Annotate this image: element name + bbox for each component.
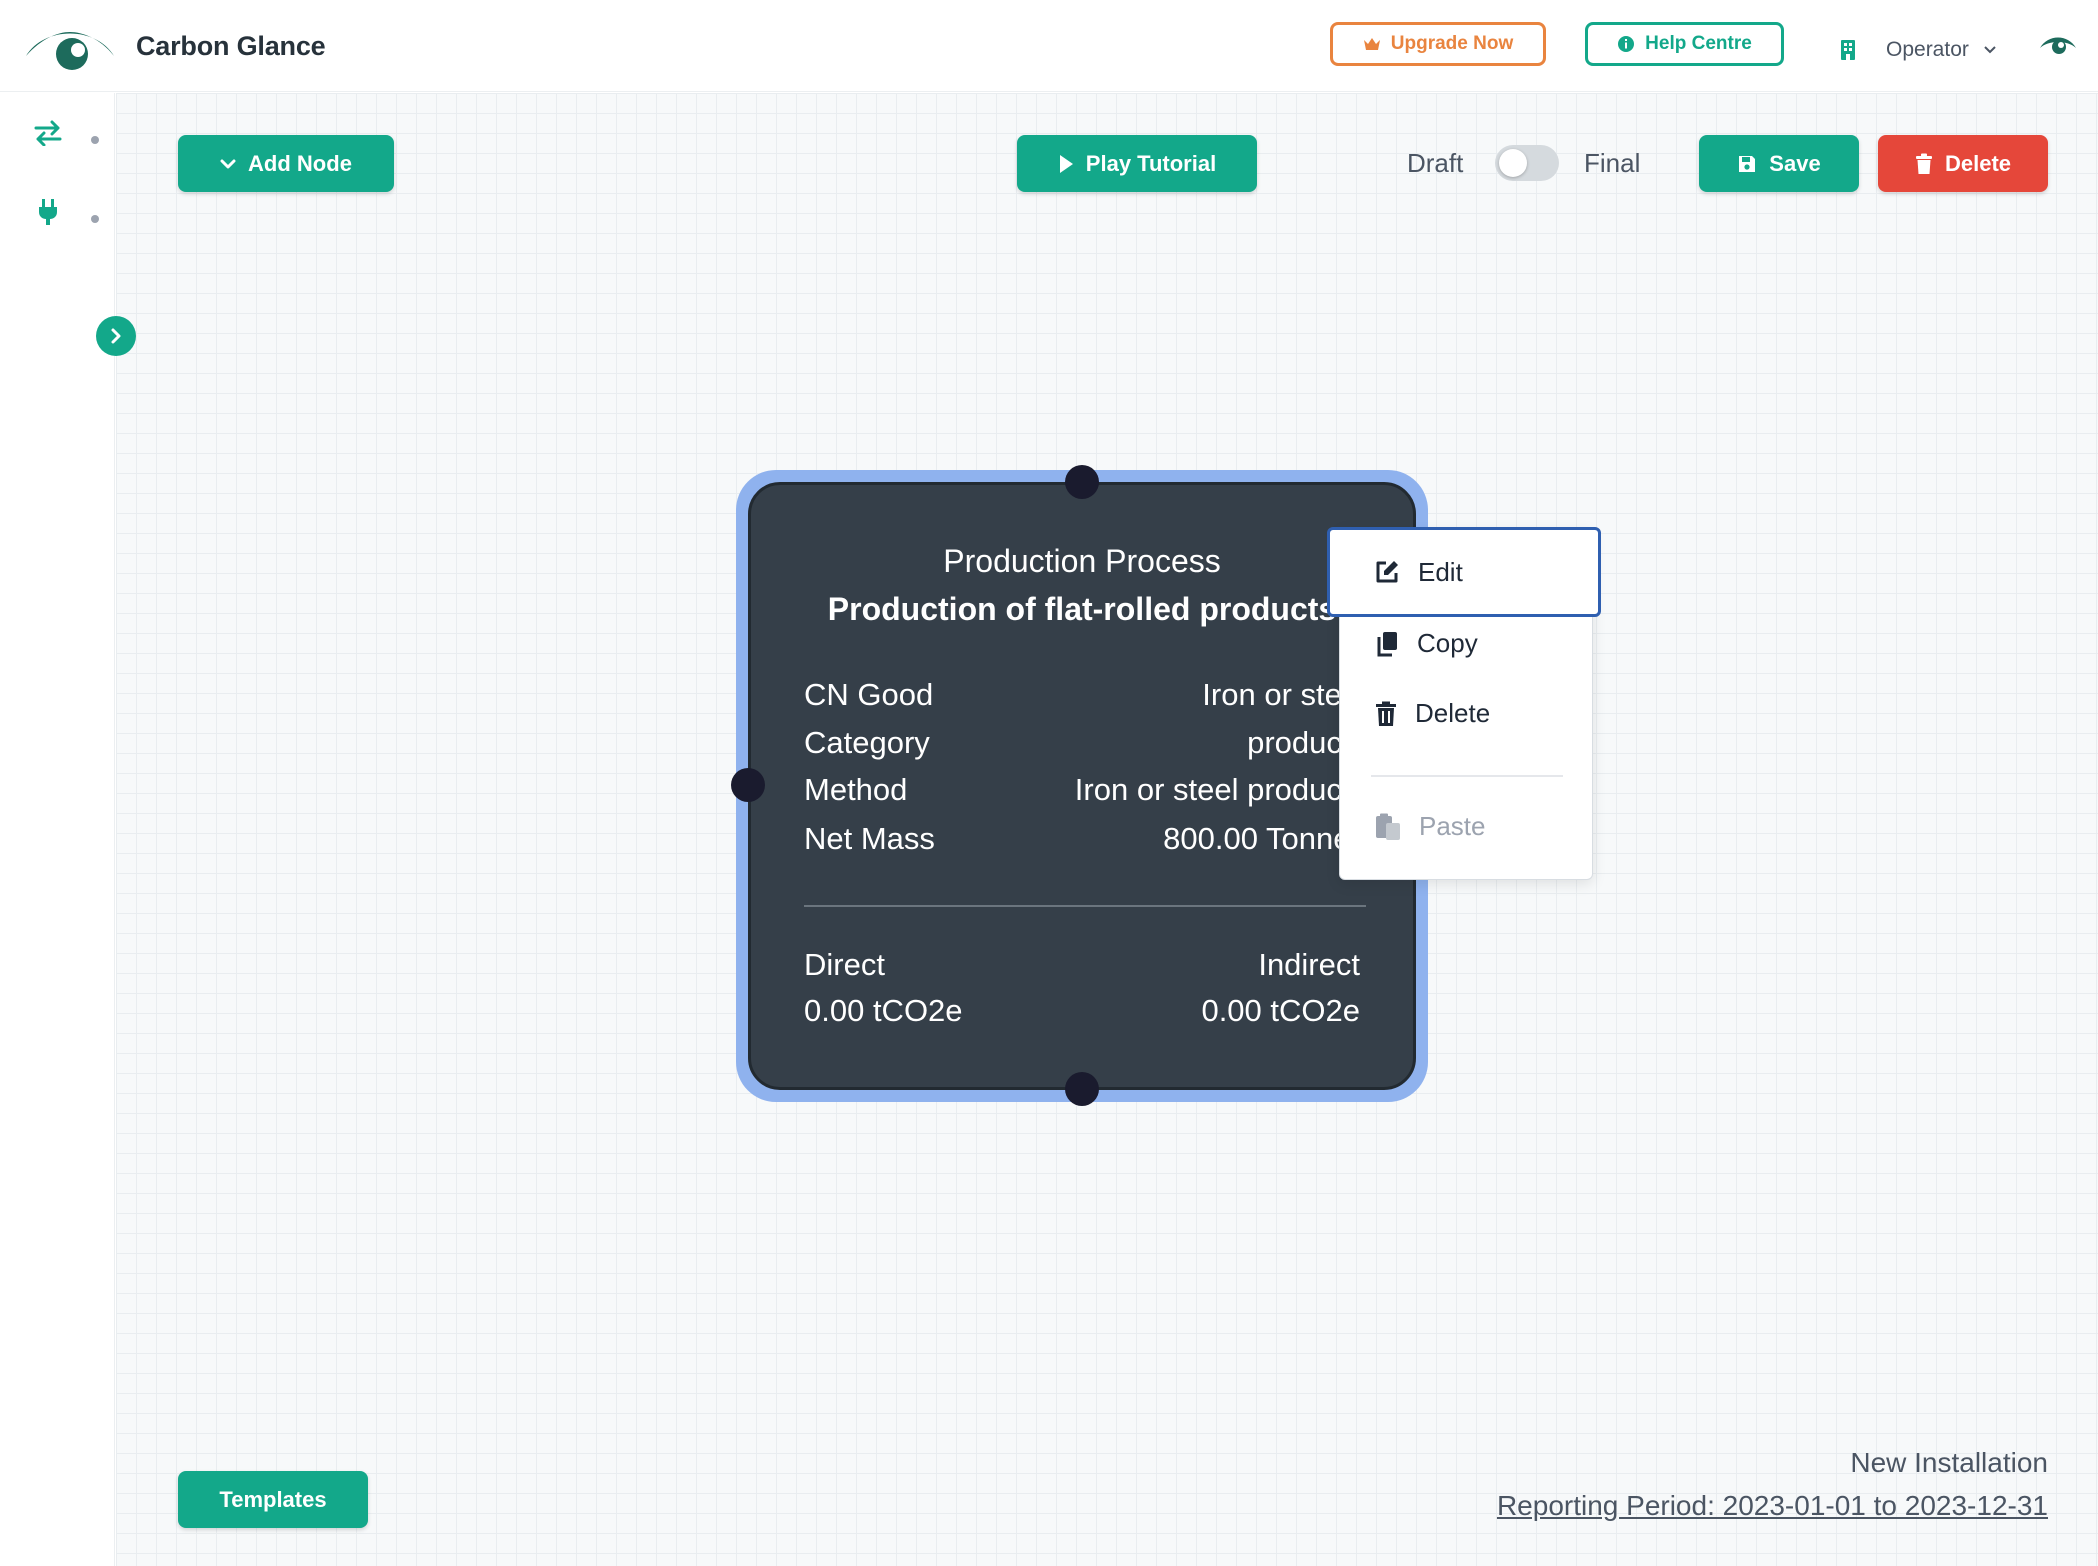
node-row-value: 800.00 Tonnes [1163,821,1366,856]
trash-icon [1915,153,1932,174]
add-node-label: Add Node [248,150,352,176]
eye-icon[interactable] [2038,32,2078,58]
node-handle-left[interactable] [731,768,765,802]
context-menu-delete-label: Delete [1415,698,1491,728]
pencil-square-icon [1376,561,1398,583]
node-row-key: Net Mass [804,821,935,856]
indirect-value: 0.00 tCO2e [1201,993,1360,1028]
node-row-key: Category [804,725,930,760]
direct-value: 0.00 tCO2e [804,993,963,1028]
upgrade-button[interactable]: Upgrade Now [1330,22,1546,66]
production-process-node[interactable]: Production Process Production of flat-ro… [748,482,1416,1090]
plug-icon [39,199,57,225]
save-button[interactable]: Save [1699,135,1859,192]
play-tutorial-label: Play Tutorial [1085,150,1217,176]
rail-energy-button[interactable] [30,194,66,230]
node-title: Production of flat-rolled products [827,591,1337,627]
paste-icon [1376,813,1400,840]
info-circle-icon [1618,36,1635,52]
brand[interactable]: Carbon Glance [22,18,326,74]
node-handle-bottom[interactable] [1065,1072,1099,1106]
eye-logo-icon [26,32,114,70]
chevron-down-icon [1984,46,1996,54]
delete-label: Delete [1944,150,2012,176]
trash-icon [1376,701,1396,726]
node-divider [804,905,1366,907]
context-menu-divider [1371,775,1563,777]
chevron-down-icon [220,159,236,168]
direct-label: Direct [804,947,885,982]
context-menu-copy[interactable]: Copy [1375,628,1478,659]
node-row-key: CN Good [804,677,934,712]
expand-sidebar-button[interactable] [96,316,136,356]
rail-energy-indicator [91,215,99,223]
indirect-label: Indirect [1258,947,1360,982]
arrows-exchange-icon [34,120,62,146]
installation-name: New Installation [1850,1447,2048,1478]
floppy-disk-icon [1739,155,1756,172]
top-header: Carbon Glance Upgrade Now Help Centre Op… [0,0,2098,92]
context-menu-edit[interactable]: Edit [1327,527,1601,617]
draft-final-toggle[interactable] [1495,145,1559,181]
context-menu-delete[interactable]: Delete [1375,698,1490,729]
play-icon [1059,154,1073,173]
upgrade-label: Upgrade Now [1390,33,1514,54]
help-label: Help Centre [1645,33,1752,54]
context-menu-paste[interactable]: Paste [1375,811,1486,842]
play-tutorial-button[interactable]: Play Tutorial [1017,135,1257,192]
final-label: Final [1584,148,1641,178]
role-select[interactable]: Operator [1840,30,1997,70]
left-rail [0,93,115,1566]
rail-flows-button[interactable] [30,115,66,151]
help-centre-button[interactable]: Help Centre [1585,22,1784,66]
save-label: Save [1769,150,1821,176]
templates-button[interactable]: Templates [178,1471,368,1528]
building-icon [1841,40,1855,60]
templates-label: Templates [219,1486,327,1512]
node-row-value: Iron or steel products [1074,772,1366,807]
add-node-button[interactable]: Add Node [178,135,394,192]
delete-button[interactable]: Delete [1878,135,2048,192]
rail-flows-indicator [91,136,99,144]
draft-label: Draft [1407,148,1464,178]
context-menu-edit-label: Edit [1418,556,1463,587]
context-menu-paste-label: Paste [1419,811,1486,841]
node-row-key: Method [804,772,908,807]
context-menu-copy-label: Copy [1417,628,1478,658]
toggle-knob [1499,149,1527,177]
copy-icon [1377,631,1397,656]
crown-icon [1363,38,1380,50]
app-name: Carbon Glance [136,30,326,61]
reporting-period-link[interactable]: Reporting Period: 2023-01-01 to 2023-12-… [1497,1490,2048,1522]
role-label: Operator [1886,38,1969,61]
chevron-right-icon [111,328,121,344]
node-handle-top[interactable] [1065,465,1099,499]
node-type: Production Process [943,543,1221,579]
